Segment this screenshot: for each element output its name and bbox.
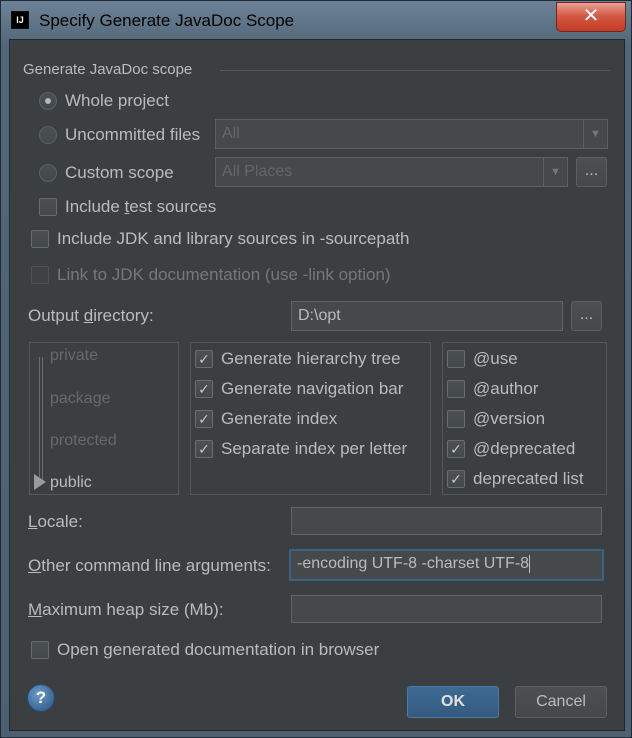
include-jdk-label[interactable]: Include JDK and library sources in -sour… (57, 229, 409, 249)
max-heap-label: Maximum heap size (Mb): (28, 600, 224, 619)
cancel-button[interactable]: Cancel (515, 686, 607, 718)
custom-scope-label[interactable]: Custom scope (65, 163, 174, 183)
deprecated-tag-checkbox[interactable]: ✓ (447, 440, 465, 458)
generate-index-label[interactable]: Generate index (221, 409, 337, 429)
visibility-slider-thumb[interactable] (34, 474, 46, 490)
author-tag-checkbox[interactable] (447, 380, 465, 398)
other-args-label: Other command line arguments: (28, 556, 271, 575)
link-jdk-label: Link to JDK documentation (use -link opt… (57, 265, 391, 284)
output-browse-button[interactable]: ... (571, 301, 602, 331)
custom-scope-combo[interactable]: All Places ▼ (215, 157, 568, 187)
visibility-panel: private package protected public (29, 342, 179, 495)
uncommitted-files-label[interactable]: Uncommitted files (65, 125, 200, 145)
output-directory-label: Output directory: (28, 306, 154, 325)
visibility-level-protected[interactable]: protected (50, 432, 117, 450)
ok-button[interactable]: OK (407, 686, 499, 718)
locale-field[interactable] (291, 507, 602, 535)
deprecated-list-checkbox[interactable]: ✓ (447, 470, 465, 488)
close-button[interactable]: ✕ (556, 2, 626, 32)
open-browser-checkbox[interactable] (31, 641, 49, 659)
custom-scope-radio[interactable] (39, 164, 57, 182)
chevron-down-icon[interactable]: ▼ (543, 158, 567, 186)
intellij-app-icon: IJ (11, 11, 29, 29)
uncommitted-files-radio[interactable] (39, 126, 57, 144)
version-tag-checkbox[interactable] (447, 410, 465, 428)
generate-index-checkbox[interactable]: ✓ (195, 410, 213, 428)
deprecated-list-label[interactable]: deprecated list (473, 469, 584, 489)
title-bar[interactable]: IJ Specify Generate JavaDoc Scope ✕ (1, 1, 632, 41)
link-jdk-checkbox[interactable] (31, 266, 49, 284)
open-browser-label[interactable]: Open generated documentation in browser (57, 640, 379, 660)
version-tag-label[interactable]: @version (473, 409, 545, 429)
generate-hierarchy-checkbox[interactable]: ✓ (195, 350, 213, 368)
custom-scope-browse-button[interactable]: ... (576, 157, 607, 187)
dialog-title: Specify Generate JavaDoc Scope (39, 11, 295, 30)
other-args-value: -encoding UTF-8 -charset UTF-8 (297, 555, 530, 572)
chevron-down-icon[interactable]: ▼ (583, 120, 607, 148)
max-heap-field[interactable] (291, 595, 602, 623)
include-jdk-checkbox[interactable] (31, 230, 49, 248)
whole-project-radio[interactable] (39, 92, 57, 110)
generate-options-panel: ✓ Generate hierarchy tree ✓ Generate nav… (190, 342, 431, 495)
author-tag-label[interactable]: @author (473, 379, 538, 399)
use-tag-checkbox[interactable] (447, 350, 465, 368)
include-test-sources-checkbox[interactable] (39, 198, 57, 216)
whole-project-label[interactable]: Whole project (65, 91, 169, 111)
separate-index-checkbox[interactable]: ✓ (195, 440, 213, 458)
visibility-slider-track[interactable] (39, 357, 43, 483)
tag-options-panel: @use @author @version ✓ @deprecated ✓ de… (442, 342, 607, 495)
dialog-content: Generate JavaDoc scope Whole project Unc… (9, 39, 625, 731)
other-args-field[interactable]: -encoding UTF-8 -charset UTF-8 (289, 549, 604, 581)
visibility-level-private[interactable]: private (50, 347, 98, 365)
include-test-sources-label[interactable]: Include test sources (65, 197, 216, 217)
generate-hierarchy-label[interactable]: Generate hierarchy tree (221, 349, 401, 369)
uncommitted-files-combo[interactable]: All ▼ (215, 119, 608, 149)
radio-selected-dot (45, 98, 51, 104)
use-tag-label[interactable]: @use (473, 349, 518, 369)
custom-combo-value: All Places (222, 163, 293, 180)
generate-navbar-label[interactable]: Generate navigation bar (221, 379, 403, 399)
generate-navbar-checkbox[interactable]: ✓ (195, 380, 213, 398)
dialog-window: IJ Specify Generate JavaDoc Scope ✕ Gene… (0, 0, 632, 738)
locale-label: Locale: (28, 512, 83, 531)
uncommitted-combo-value: All (222, 125, 240, 142)
deprecated-tag-label[interactable]: @deprecated (473, 439, 575, 459)
help-icon[interactable]: ? (27, 684, 55, 712)
group-separator (220, 70, 610, 71)
output-directory-field[interactable]: D:\opt (291, 301, 563, 331)
visibility-level-package[interactable]: package (50, 390, 111, 408)
separate-index-label[interactable]: Separate index per letter (221, 439, 407, 459)
text-cursor (529, 554, 531, 573)
scope-group-title: Generate JavaDoc scope (23, 61, 193, 78)
visibility-level-public[interactable]: public (50, 474, 92, 492)
